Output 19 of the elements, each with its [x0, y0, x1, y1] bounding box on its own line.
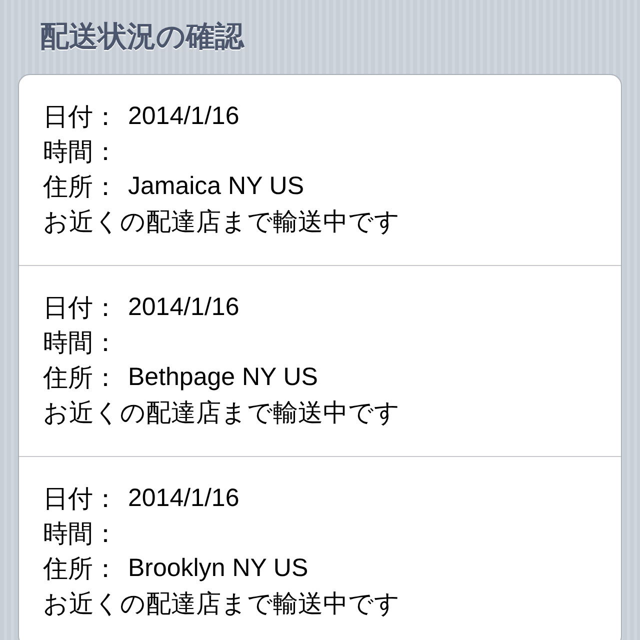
status-message: お近くの配達店まで輸送中です: [43, 206, 400, 238]
address-value: Jamaica NY US: [128, 170, 304, 202]
date-label: 日付：: [43, 100, 118, 133]
date-value: 2014/1/16: [128, 100, 240, 132]
date-label: 日付：: [43, 292, 118, 324]
address-label: 住所：: [43, 362, 118, 394]
date-value: 2014/1/16: [128, 292, 240, 323]
time-label: 時間：: [43, 326, 118, 359]
time-label: 時間：: [43, 136, 118, 168]
status-message: お近くの配達店まで輸送中です: [43, 588, 400, 620]
section-header: 配送状況の確認: [40, 18, 244, 55]
address-label: 住所：: [43, 170, 118, 203]
date-label: 日付：: [43, 482, 118, 515]
time-label: 時間：: [43, 518, 118, 550]
date-value: 2014/1/16: [128, 482, 240, 514]
address-value: Bethpage NY US: [128, 362, 318, 393]
address-label: 住所：: [43, 552, 118, 585]
status-message: お近くの配達店まで輸送中です: [43, 396, 400, 429]
address-value: Brooklyn NY US: [128, 552, 308, 584]
